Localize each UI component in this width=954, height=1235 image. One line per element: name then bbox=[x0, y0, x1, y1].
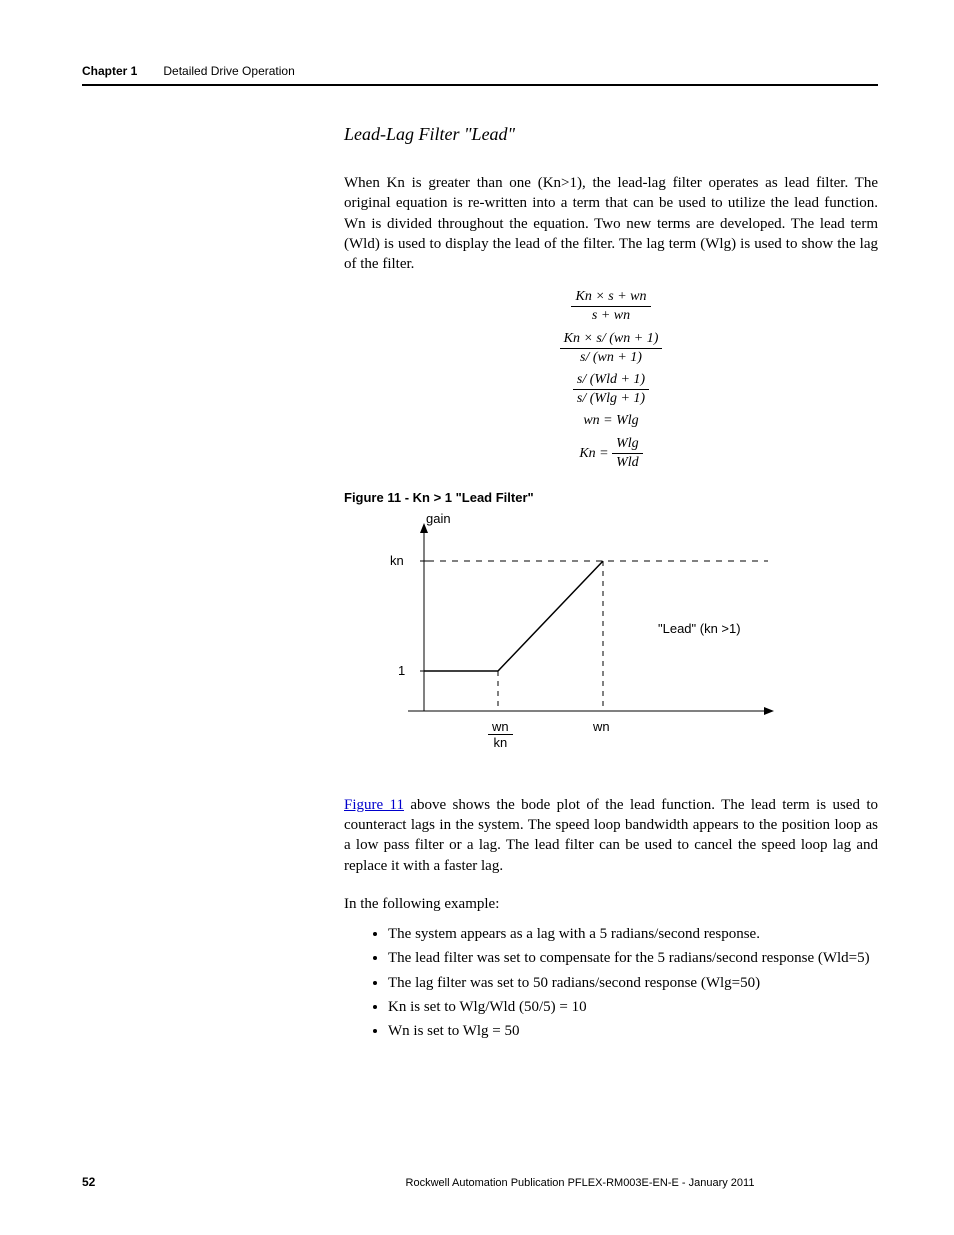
eq2-denominator: s/ (wn + 1) bbox=[560, 349, 663, 367]
list-item: Kn is set to Wlg/Wld (50/5) = 10 bbox=[388, 997, 878, 1017]
eq1-denominator: s + wn bbox=[571, 307, 650, 325]
x-tick1-den: kn bbox=[488, 735, 513, 750]
y-tick-kn: kn bbox=[390, 553, 404, 568]
paragraph-2-rest: above shows the bode plot of the lead fu… bbox=[344, 797, 878, 874]
section-subtitle: Lead-Lag Filter "Lead" bbox=[344, 124, 878, 145]
x-tick2: wn bbox=[593, 719, 610, 734]
example-list: The system appears as a lag with a 5 rad… bbox=[344, 924, 878, 1041]
paragraph-1: When Kn is greater than one (Kn>1), the … bbox=[344, 173, 878, 274]
list-item: The lag filter was set to 50 radians/sec… bbox=[388, 973, 878, 993]
eq1-numerator: Kn × s + wn bbox=[571, 288, 650, 307]
figure-caption: Figure 11 - Kn > 1 "Lead Filter" bbox=[344, 490, 878, 505]
chapter-title: Detailed Drive Operation bbox=[163, 64, 294, 78]
equation-block: Kn × s + wn s + wn Kn × s/ (wn + 1) s/ (… bbox=[344, 288, 878, 472]
chapter-label: Chapter 1 bbox=[82, 64, 137, 78]
x-tick1-num: wn bbox=[488, 719, 513, 735]
publication-info: Rockwell Automation Publication PFLEX-RM… bbox=[282, 1177, 878, 1189]
eq5-denominator: Wld bbox=[612, 454, 643, 472]
eq5-numerator: Wlg bbox=[612, 435, 643, 454]
eq5-lhs: Kn = bbox=[579, 445, 612, 460]
list-item: Wn is set to Wlg = 50 bbox=[388, 1021, 878, 1041]
list-item: The system appears as a lag with a 5 rad… bbox=[388, 924, 878, 944]
page-number: 52 bbox=[82, 1175, 282, 1189]
bode-plot-svg bbox=[368, 511, 788, 771]
plot-annotation: "Lead" (kn >1) bbox=[658, 621, 741, 636]
eq3-numerator: s/ (Wld + 1) bbox=[573, 371, 649, 390]
eq4: wn = Wlg bbox=[344, 412, 878, 430]
figure-11-link[interactable]: Figure 11 bbox=[344, 797, 404, 813]
y-tick-1: 1 bbox=[398, 663, 405, 678]
page-header: Chapter 1 Detailed Drive Operation bbox=[82, 64, 878, 86]
page-footer: 52 Rockwell Automation Publication PFLEX… bbox=[82, 1175, 878, 1189]
list-item: The lead filter was set to compensate fo… bbox=[388, 948, 878, 968]
paragraph-2: Figure 11 above shows the bode plot of t… bbox=[344, 795, 878, 876]
eq2-numerator: Kn × s/ (wn + 1) bbox=[560, 330, 663, 349]
lead-filter-figure: gain kn 1 wn kn wn "Lead" (kn >1) bbox=[368, 511, 788, 771]
paragraph-3: In the following example: bbox=[344, 894, 878, 914]
y-axis-label: gain bbox=[426, 511, 451, 526]
eq3-denominator: s/ (Wlg + 1) bbox=[573, 390, 649, 408]
